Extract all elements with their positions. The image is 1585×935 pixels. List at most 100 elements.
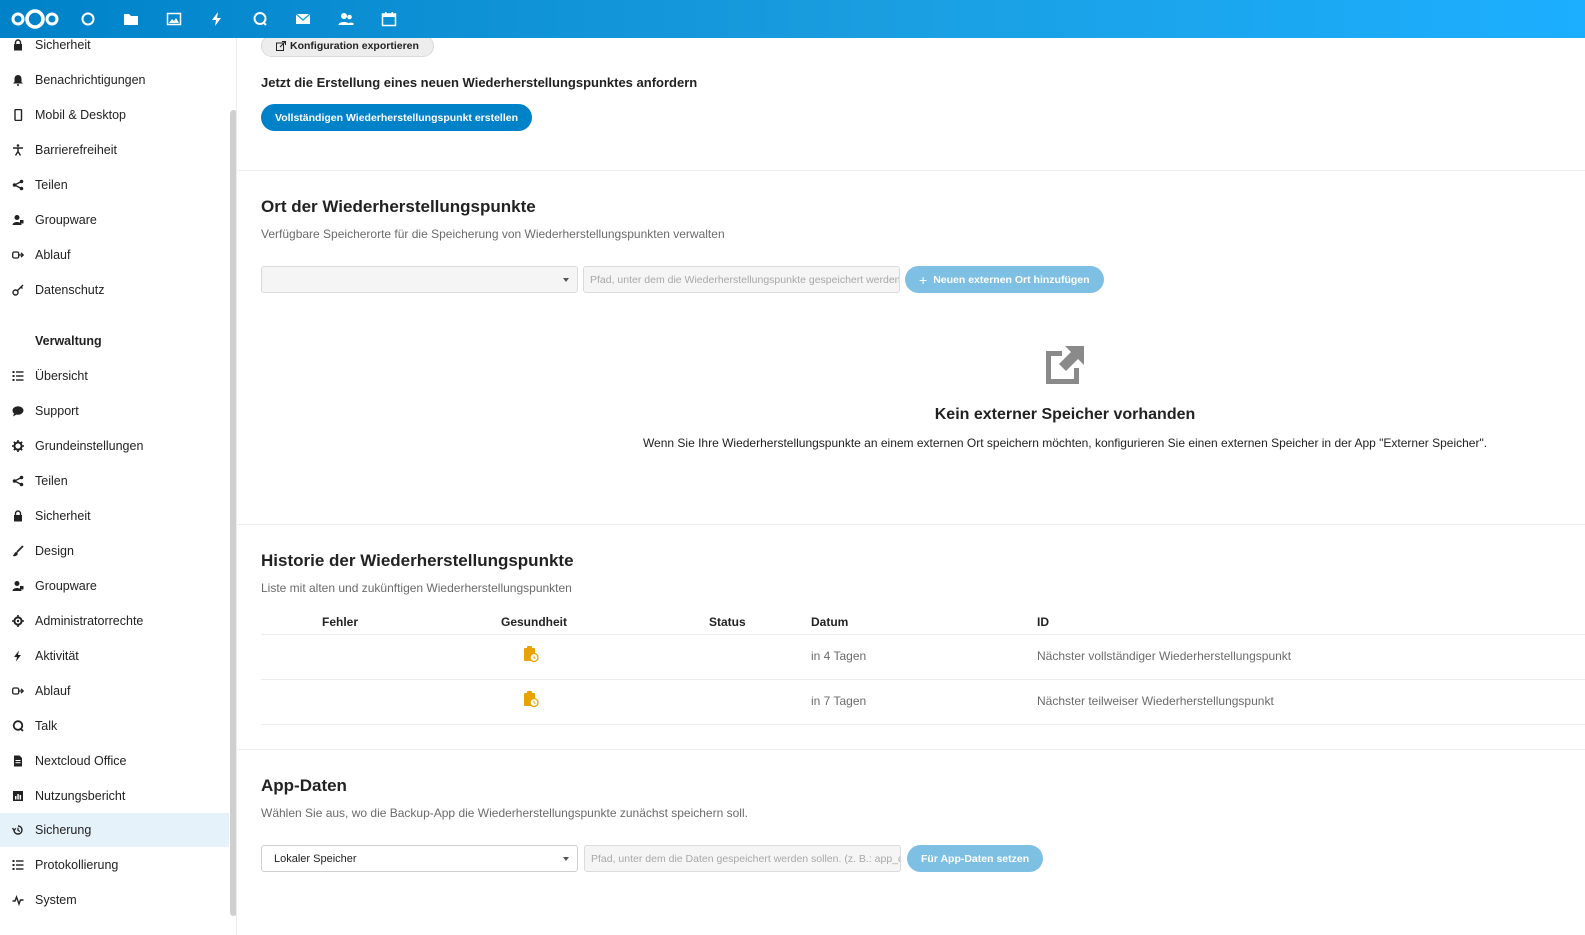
sidebar-item-label: Talk xyxy=(35,719,58,733)
top-header xyxy=(0,0,1585,38)
sidebar-item-privacy[interactable]: Datenschutz xyxy=(0,273,229,307)
export-config-button[interactable]: Konfiguration exportieren xyxy=(261,38,434,57)
sidebar-item-label: Groupware xyxy=(35,213,97,227)
plus-icon: + xyxy=(919,271,928,288)
calendar-icon[interactable] xyxy=(367,0,410,38)
brush-icon xyxy=(11,545,24,558)
sidebar-item-personal-security[interactable]: Sicherheit xyxy=(0,38,229,62)
row-date: in 7 Tagen xyxy=(811,694,867,708)
appdata-storage-select[interactable]: Lokaler Speicher xyxy=(261,845,578,872)
sidebar-item-personal-sharing[interactable]: Teilen xyxy=(0,168,229,202)
sidebar-item-backup[interactable]: Sicherung xyxy=(0,813,229,847)
contacts-icon[interactable] xyxy=(324,0,367,38)
sidebar-item-label: System xyxy=(35,893,77,907)
request-backup-text: Jetzt die Erstellung eines neuen Wiederh… xyxy=(261,75,698,90)
set-appdata-button[interactable]: Für App-Daten setzen xyxy=(907,845,1044,872)
row-id: Nächster vollständiger Wiederherstellung… xyxy=(1037,649,1292,663)
flow-icon xyxy=(11,685,24,698)
sidebar-item-nextcloud-office[interactable]: Nextcloud Office xyxy=(0,744,229,778)
sidebar-item-label: Aktivität xyxy=(35,649,79,663)
key-icon xyxy=(11,284,24,297)
backup-path-placeholder: Pfad, unter dem die Wiederherstellungspu… xyxy=(590,273,900,286)
talk-icon[interactable] xyxy=(238,0,281,38)
sidebar-item-support[interactable]: Support xyxy=(0,394,229,428)
talk-icon xyxy=(11,720,24,733)
sidebar-item-label: Protokollierung xyxy=(35,858,119,872)
sidebar-item-usage-report[interactable]: Nutzungsbericht xyxy=(0,779,229,813)
sidebar-item-admin-privileges[interactable]: Administratorrechte xyxy=(0,604,229,638)
sidebar-item-label: Nutzungsbericht xyxy=(35,789,126,803)
sidebar-item-notifications[interactable]: Benachrichtigungen xyxy=(0,63,229,97)
chevron-down-icon xyxy=(563,278,569,282)
files-icon[interactable] xyxy=(109,0,152,38)
sidebar-item-admin-flow[interactable]: Ablauf xyxy=(0,674,229,708)
external-link-icon xyxy=(1046,346,1084,384)
section-divider xyxy=(237,170,1585,171)
phone-icon xyxy=(11,109,24,122)
dashboard-icon[interactable] xyxy=(66,0,109,38)
sidebar-item-label: Sicherheit xyxy=(35,38,91,52)
sidebar-item-logging[interactable]: Protokollierung xyxy=(0,848,229,882)
admin-section-heading: Verwaltung xyxy=(35,334,102,348)
empty-storage-title: Kein externer Speicher vorhanden xyxy=(934,406,1196,423)
column-header-status[interactable]: Status xyxy=(709,615,746,629)
sidebar-item-activity[interactable]: Aktivität xyxy=(0,639,229,673)
section-divider xyxy=(237,749,1585,750)
empty-storage-description: Wenn Sie Ihre Wiederherstellungspunkte a… xyxy=(642,436,1488,450)
flow-icon xyxy=(11,249,24,262)
list-icon xyxy=(11,370,24,383)
chat-icon xyxy=(11,405,24,418)
sidebar-scrollbar[interactable] xyxy=(230,110,236,916)
add-external-location-button[interactable]: + Neuen externen Ort hinzufügen xyxy=(905,266,1104,293)
sidebar-item-label: Benachrichtigungen xyxy=(35,73,146,87)
groupware-icon xyxy=(11,580,24,593)
sidebar-item-admin-sharing[interactable]: Teilen xyxy=(0,464,229,498)
sidebar-item-personal-groupware[interactable]: Groupware xyxy=(0,203,229,237)
sidebar-item-personal-flow[interactable]: Ablauf xyxy=(0,238,229,272)
sidebar-item-label: Sicherung xyxy=(35,823,92,837)
appdata-section-description: Wählen Sie aus, wo die Backup-App die Wi… xyxy=(261,806,748,820)
sidebar-item-label: Teilen xyxy=(35,474,68,488)
mail-icon[interactable] xyxy=(281,0,324,38)
sidebar-item-basic-settings[interactable]: Grundeinstellungen xyxy=(0,429,229,463)
sidebar-item-label: Datenschutz xyxy=(35,283,105,297)
activity-icon xyxy=(11,650,24,663)
photos-icon[interactable] xyxy=(152,0,195,38)
report-icon xyxy=(11,790,24,803)
column-header-id[interactable]: ID xyxy=(1037,615,1049,629)
groupware-icon xyxy=(11,214,24,227)
sidebar-item-mobile-desktop[interactable]: Mobil & Desktop xyxy=(0,98,229,132)
list-icon xyxy=(11,859,24,872)
pulse-icon xyxy=(11,894,24,907)
create-full-backup-button[interactable]: Vollständigen Wiederherstellungspunkt er… xyxy=(261,104,533,131)
sidebar-item-admin-groupware[interactable]: Groupware xyxy=(0,569,229,603)
sidebar-item-label: Teilen xyxy=(35,178,68,192)
row-date: in 4 Tagen xyxy=(811,649,867,663)
location-section-title: Ort der Wiederherstellungspunkte xyxy=(261,197,536,216)
nextcloud-logo-icon[interactable] xyxy=(4,0,66,38)
bell-icon xyxy=(11,74,24,87)
column-header-health[interactable]: Gesundheit xyxy=(501,615,567,629)
gear-icon xyxy=(11,440,24,453)
backup-path-input[interactable]: Pfad, unter dem die Wiederherstellungspu… xyxy=(583,266,900,293)
location-section-description: Verfügbare Speicherorte für die Speicher… xyxy=(261,227,725,241)
lock-icon xyxy=(11,39,24,52)
history-section-description: Liste mit alten und zukünftigen Wiederhe… xyxy=(261,581,572,595)
sidebar-item-label: Grundeinstellungen xyxy=(35,439,144,453)
activity-icon[interactable] xyxy=(195,0,238,38)
sidebar-item-system[interactable]: System xyxy=(0,883,229,917)
external-storage-select[interactable] xyxy=(261,266,578,293)
sidebar-item-design[interactable]: Design xyxy=(0,534,229,568)
chevron-down-icon xyxy=(563,857,569,861)
sidebar-item-accessibility[interactable]: Barrierefreiheit xyxy=(0,133,229,167)
sidebar-item-label: Barrierefreiheit xyxy=(35,143,117,157)
column-header-date[interactable]: Datum xyxy=(811,615,848,629)
appdata-path-input[interactable]: Pfad, unter dem die Daten gespeichert we… xyxy=(584,845,901,872)
sidebar-item-label: Design xyxy=(35,544,74,558)
admin-gear-icon xyxy=(11,615,24,628)
column-header-errors[interactable]: Fehler xyxy=(322,615,358,629)
document-icon xyxy=(11,755,24,768)
sidebar-item-admin-security[interactable]: Sicherheit xyxy=(0,499,229,533)
sidebar-item-overview[interactable]: Übersicht xyxy=(0,359,229,393)
sidebar-item-talk[interactable]: Talk xyxy=(0,709,229,743)
